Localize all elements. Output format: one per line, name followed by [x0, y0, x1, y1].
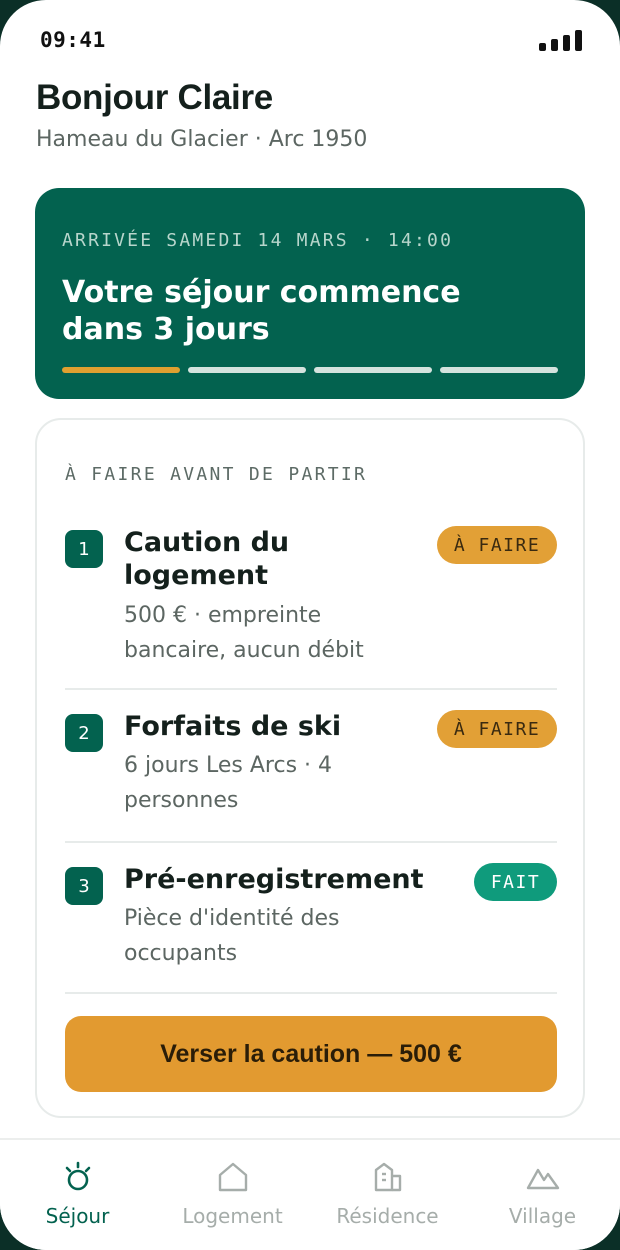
task-description: Pièce d'identité des occupants [124, 906, 340, 966]
sun-icon [65, 1161, 90, 1191]
task-item-check-in[interactable]: 3 Pré-enregistrement Pièce d'identité de… [65, 863, 557, 973]
task-title: Pré-enregistrement [124, 864, 424, 895]
building-icon [374, 1162, 401, 1192]
tab-bar: Séjour Logement Résidence Village [0, 1138, 620, 1250]
checklist-heading: À FAIRE AVANT DE PARTIR [65, 464, 368, 485]
status-badge: FAIT [474, 863, 557, 901]
status-bar: 09:41 [40, 28, 582, 52]
pay-deposit-button[interactable]: Verser la caution — 500 € [65, 1016, 557, 1092]
house-icon [218, 1162, 247, 1192]
tab-label: Village [508, 1204, 577, 1228]
status-time: 09:41 [40, 28, 106, 52]
status-badge: À FAIRE [437, 710, 557, 748]
task-item-ski-passes[interactable]: 2 Forfaits de ski 6 jours Les Arcs · 4 p… [65, 710, 557, 820]
task-title: Forfaits de ski [124, 711, 342, 742]
task-number: 2 [65, 714, 103, 752]
progress-step [440, 367, 558, 373]
task-number: 3 [65, 867, 103, 905]
stay-progress [62, 367, 558, 373]
phone-screen: 09:41 Bonjour Claire Hameau du Glacier ·… [0, 0, 620, 1250]
arrival-date: ARRIVÉE SAMEDI 14 MARS · 14:00 [62, 230, 454, 251]
divider [65, 992, 557, 994]
task-item-deposit[interactable]: 1 Caution du logement 500 € · empreinte … [65, 526, 557, 676]
progress-step [188, 367, 306, 373]
task-title: Caution du logement [124, 527, 290, 591]
tab-residence[interactable]: Résidence [310, 1140, 465, 1250]
progress-step [314, 367, 432, 373]
task-description: 500 € · empreinte bancaire, aucun débit [124, 603, 364, 663]
tab-label: Séjour [45, 1204, 110, 1228]
divider [65, 841, 557, 843]
checklist-card: À FAIRE AVANT DE PARTIR 1 Caution du log… [35, 418, 585, 1118]
tab-village[interactable]: Village [465, 1140, 620, 1250]
arrival-countdown: Votre séjour commence dans 3 jours [62, 275, 461, 347]
progress-step [62, 367, 180, 373]
arrival-banner: ARRIVÉE SAMEDI 14 MARS · 14:00 Votre séj… [35, 188, 585, 399]
tab-logement[interactable]: Logement [155, 1140, 310, 1250]
residence-location: Hameau du Glacier · Arc 1950 [36, 127, 368, 152]
task-number: 1 [65, 530, 103, 568]
task-description: 6 jours Les Arcs · 4 personnes [124, 753, 333, 813]
status-badge: À FAIRE [437, 526, 557, 564]
page-title: Bonjour Claire [36, 78, 273, 117]
tab-label: Logement [182, 1204, 283, 1228]
tab-sejour[interactable]: Séjour [0, 1140, 155, 1250]
tab-label: Résidence [336, 1204, 439, 1228]
signal-icon [539, 29, 582, 51]
divider [65, 688, 557, 690]
mountain-icon [526, 1168, 559, 1190]
